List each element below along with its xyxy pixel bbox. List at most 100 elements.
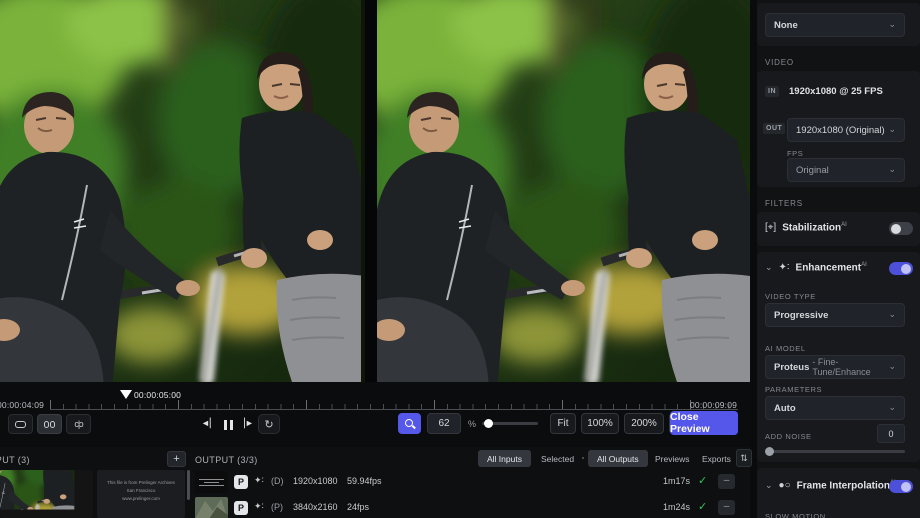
frame-interpolation-label: Frame InterpolationAI bbox=[796, 480, 896, 492]
add-input-button[interactable]: + bbox=[167, 451, 186, 467]
preset-select[interactable]: None ⌄ bbox=[765, 13, 905, 37]
tab-group-divider bbox=[582, 457, 584, 459]
preview-pane-original[interactable] bbox=[0, 0, 365, 382]
titlecard-line: www.prelinger.com bbox=[122, 496, 160, 502]
add-noise-slider-track[interactable] bbox=[765, 450, 905, 453]
step-back-button[interactable]: ◄▏ bbox=[201, 418, 217, 429]
enhancement-toggle[interactable] bbox=[889, 262, 913, 275]
single-view-icon bbox=[15, 420, 26, 428]
magnifier-icon bbox=[405, 419, 414, 428]
in-badge: IN bbox=[765, 86, 779, 97]
add-noise-slider-knob[interactable] bbox=[765, 447, 774, 456]
filters-section-label: FILTERS bbox=[765, 199, 803, 208]
zoom-200-button[interactable]: 200% bbox=[624, 413, 664, 434]
parameters-value: Auto bbox=[774, 402, 796, 414]
chevron-down-icon: ⌄ bbox=[888, 360, 896, 371]
output-resolution: 1920x1080 bbox=[293, 476, 338, 486]
output-row[interactable]: P ✦∶ (P) 3840x2160 24fps 1m24s ✓ – bbox=[195, 497, 740, 518]
view-single-button[interactable] bbox=[8, 414, 33, 434]
chevron-down-icon: ⌄ bbox=[888, 18, 896, 29]
settings-panel: None ⌄ VIDEO IN 1920x1080 @ 25 FPS OUT 1… bbox=[757, 0, 920, 518]
tab-exports[interactable]: Exports bbox=[693, 450, 740, 467]
step-forward-button[interactable]: ▕► bbox=[238, 418, 254, 429]
sort-button[interactable]: ⇅ bbox=[736, 449, 752, 467]
timeline-ruler[interactable] bbox=[50, 400, 738, 410]
stabilization-toggle[interactable] bbox=[889, 222, 913, 235]
out-badge: OUT bbox=[763, 123, 786, 134]
enhancement-icon: ✦∶ bbox=[778, 262, 790, 274]
chevron-down-icon: ⌄ bbox=[765, 480, 773, 491]
add-noise-label: ADD NOISE bbox=[765, 432, 812, 441]
add-noise-value-box[interactable]: 0 bbox=[877, 424, 905, 443]
parameters-select[interactable]: Auto ⌄ bbox=[765, 396, 905, 420]
tab-all-inputs[interactable]: All Inputs bbox=[478, 450, 531, 467]
chevron-down-icon: ⌄ bbox=[765, 262, 773, 273]
zoom-percent-unit: % bbox=[468, 419, 477, 429]
loop-play-button[interactable]: ↻ bbox=[258, 414, 280, 434]
enhancement-header[interactable]: ⌄ ✦∶ EnhancementAI bbox=[765, 262, 867, 273]
parameters-label: PARAMETERS bbox=[765, 385, 823, 394]
preset-value: None bbox=[774, 19, 798, 31]
preview-pane-enhanced[interactable] bbox=[377, 0, 750, 382]
zoom-slider-knob[interactable] bbox=[484, 419, 493, 428]
output-section-title: OUTPUT (3/3) bbox=[195, 455, 258, 465]
input-video-spec: 1920x1080 @ 25 FPS bbox=[789, 86, 883, 97]
input-list-scrollbar[interactable] bbox=[187, 470, 190, 500]
input-thumbnail-titlecard[interactable]: This file is from Prelinger Archives San… bbox=[97, 470, 185, 518]
frame-interpolation-toggle[interactable] bbox=[889, 480, 913, 493]
pause-button[interactable] bbox=[222, 417, 234, 435]
enhancement-icon: ✦∶ bbox=[254, 475, 264, 485]
timeline: 00:00:04:09 00:00:05:00 00:00:09:09 c|ɔ … bbox=[0, 382, 750, 447]
remove-output-button[interactable]: – bbox=[718, 474, 735, 489]
input-thumbnail-video[interactable] bbox=[0, 470, 93, 518]
zoom-100-button[interactable]: 100% bbox=[581, 413, 619, 434]
video-type-label: VIDEO TYPE bbox=[765, 292, 816, 301]
output-row[interactable]: P ✦∶ (D) 1920x1080 59.94fps 1m17s ✓ – bbox=[195, 471, 740, 496]
ai-model-value: Proteus bbox=[774, 361, 810, 373]
enhancement-label: EnhancementAI bbox=[795, 262, 867, 274]
frame-interpolation-header[interactable]: ⌄ ●○ Frame InterpolationAI bbox=[765, 480, 896, 491]
stabilization-header: [⌖] StabilizationAI bbox=[765, 222, 847, 233]
video-type-value: Progressive bbox=[774, 309, 829, 321]
input-section-title: INPUT (3) bbox=[0, 455, 30, 465]
view-split-button[interactable]: c|ɔ bbox=[66, 414, 91, 434]
ai-model-desc: - Fine-Tune/Enhance bbox=[812, 357, 871, 377]
tab-previews[interactable]: Previews bbox=[646, 450, 698, 467]
stabilization-card: [⌖] StabilizationAI bbox=[757, 212, 920, 246]
done-check-icon: ✓ bbox=[698, 501, 708, 513]
ai-model-select[interactable]: Proteus - Fine-Tune/Enhance ⌄ bbox=[765, 355, 905, 379]
video-section-label: VIDEO bbox=[765, 58, 794, 67]
enhancement-card: ⌄ ✦∶ EnhancementAI VIDEO TYPE Progressiv… bbox=[757, 252, 920, 462]
frame-interpolation-card: ⌄ ●○ Frame InterpolationAI SLOW MOTION bbox=[757, 468, 920, 518]
chevron-down-icon: ⌄ bbox=[888, 163, 896, 174]
stabilization-label: StabilizationAI bbox=[782, 222, 847, 234]
enhancement-icon: ✦∶ bbox=[254, 501, 264, 511]
playhead[interactable] bbox=[120, 390, 132, 399]
output-thumbnail bbox=[195, 471, 228, 493]
preview-divider bbox=[365, 0, 377, 382]
fit-button[interactable]: Fit bbox=[550, 413, 576, 434]
fps-value: Original bbox=[796, 164, 829, 176]
video-type-select[interactable]: Progressive ⌄ bbox=[765, 303, 905, 327]
tab-selected[interactable]: Selected bbox=[532, 450, 583, 467]
output-resolution-select[interactable]: 1920x1080 (Original) ⌄ bbox=[787, 118, 905, 142]
view-side-by-side-button[interactable] bbox=[37, 414, 62, 434]
loop-play-icon: ↻ bbox=[264, 418, 274, 431]
output-thumbnail bbox=[195, 497, 228, 518]
timecode-end: 00:00:09:09 bbox=[690, 400, 738, 410]
split-left-icon bbox=[44, 420, 49, 428]
zoom-percent-input[interactable]: 62 bbox=[427, 413, 461, 434]
fps-select[interactable]: Original ⌄ bbox=[787, 158, 905, 182]
chevron-down-icon: ⌄ bbox=[888, 401, 896, 412]
remove-output-button[interactable]: – bbox=[718, 500, 735, 515]
frame-interpolation-icon: ●○ bbox=[778, 480, 791, 492]
close-preview-button[interactable]: Close Preview bbox=[670, 411, 738, 435]
preset-card: None ⌄ bbox=[757, 3, 920, 46]
timecode-start: 00:00:04:09 bbox=[0, 400, 45, 410]
zoom-tool-button[interactable] bbox=[398, 413, 421, 434]
slow-motion-label: SLOW MOTION bbox=[765, 512, 826, 518]
tab-all-outputs[interactable]: All Outputs bbox=[588, 450, 648, 467]
chevron-down-icon: ⌄ bbox=[888, 123, 896, 134]
output-tag: (P) bbox=[271, 502, 283, 512]
preview-badge: P bbox=[234, 501, 248, 515]
